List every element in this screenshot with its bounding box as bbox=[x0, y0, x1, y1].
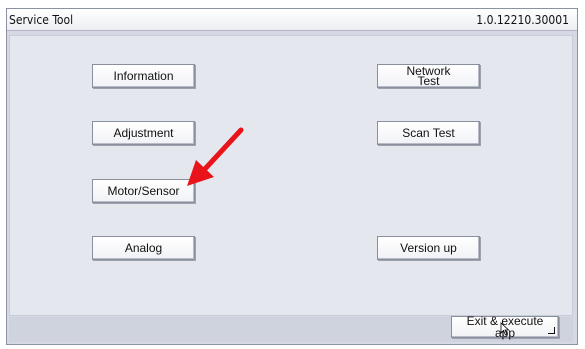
red-arrow-annotation bbox=[187, 127, 244, 186]
